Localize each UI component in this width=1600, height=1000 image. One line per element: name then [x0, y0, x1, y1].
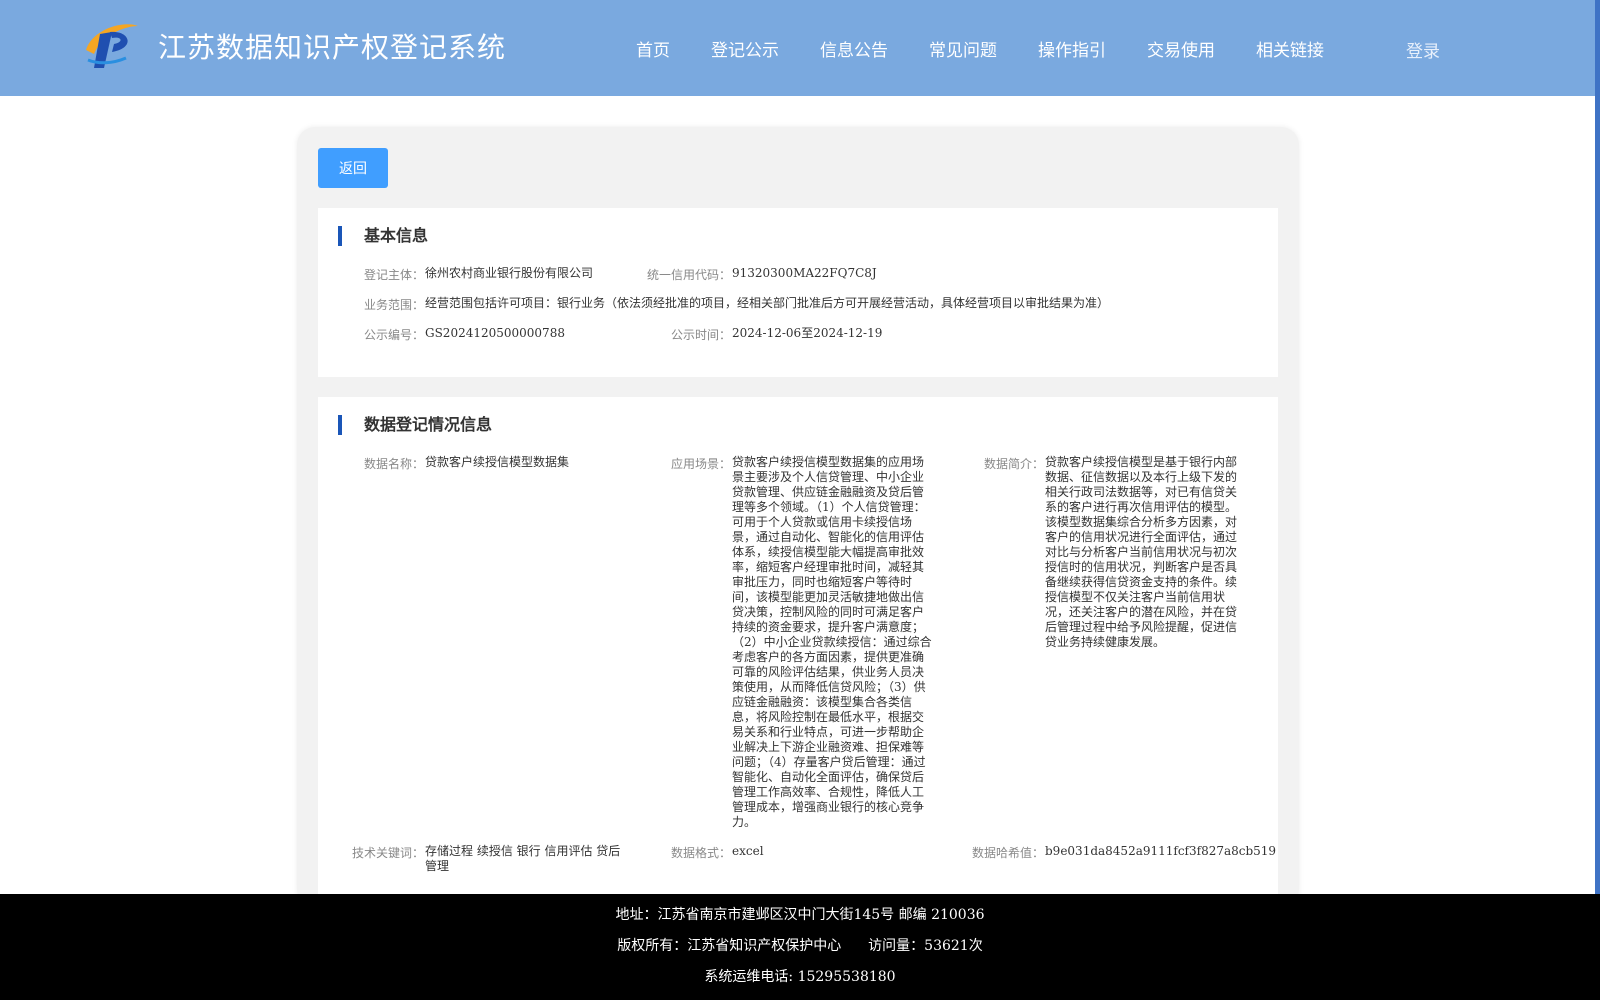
format-value: excel: [732, 844, 764, 858]
hash-value: b9e031da8452a9111fcf3f827a8cb519: [1045, 844, 1277, 858]
ip-logo-icon[interactable]: [82, 20, 140, 70]
keywords-label: 技术关键词：: [351, 846, 424, 860]
footer-visits: 访问量：53621次: [868, 938, 983, 954]
footer-address: 地址：江苏省南京市建邺区汉中门大街145号 邮编 210036: [615, 907, 985, 923]
data-name-value: 贷款客户续授信模型数据集: [425, 455, 570, 469]
nav-announcements[interactable]: 信息公告: [820, 36, 888, 61]
scene-value: 贷款客户续授信模型数据集的应用场景主要涉及个人信贷管理、中小企业贷款管理、供应链…: [732, 455, 932, 829]
hash-label: 数据哈希值：: [971, 846, 1044, 860]
registration-info-section: 数据登记情况信息 数据名称： 贷款客户续授信模型数据集 应用场景： 贷款客户续授…: [318, 397, 1278, 907]
top-header: 江苏数据知识产权登记系统 首页 登记公示 信息公告 常见问题 操作指引 交易使用…: [0, 0, 1595, 96]
basic-info-section: 基本信息 登记主体： 徐州农村商业银行股份有限公司 统一信用代码： 913203…: [318, 208, 1278, 377]
page-scrollbar[interactable]: [1595, 0, 1600, 1000]
credit-code-value: 91320300MA22FQ7C8J: [732, 266, 877, 280]
intro-value: 贷款客户续授信模型是基于银行内部数据、征信数据以及本行上级下发的相关行政司法数据…: [1045, 455, 1238, 649]
nav-registration-notice[interactable]: 登记公示: [711, 36, 779, 61]
data-name-label: 数据名称：: [363, 457, 424, 471]
pub-time-value: 2024-12-06至2024-12-19: [732, 326, 883, 340]
subject-label: 登记主体：: [363, 268, 424, 282]
nav-trading[interactable]: 交易使用: [1147, 36, 1215, 61]
nav-home[interactable]: 首页: [636, 36, 670, 61]
format-label: 数据格式：: [670, 846, 731, 860]
site-title: 江苏数据知识产权登记系统: [158, 31, 507, 64]
nav-guide[interactable]: 操作指引: [1038, 36, 1106, 61]
pub-no-label: 公示编号：: [363, 328, 424, 342]
footer-phone: 系统运维电话: 15295538180: [704, 969, 896, 985]
footer-copyright: 版权所有：江苏省知识产权保护中心: [617, 938, 842, 954]
scope-label: 业务范围：: [363, 298, 424, 312]
credit-code-label: 统一信用代码：: [646, 268, 731, 282]
nav-faq[interactable]: 常见问题: [929, 36, 997, 61]
main-nav: 首页 登记公示 信息公告 常见问题 操作指引 交易使用 相关链接: [636, 36, 1365, 61]
pub-time-label: 公示时间：: [670, 328, 731, 342]
login-link[interactable]: 登录: [1406, 37, 1440, 62]
back-button[interactable]: 返回: [318, 148, 388, 188]
footer-copyright-row: 版权所有：江苏省知识产权保护中心 访问量：53621次: [0, 935, 1600, 955]
page-footer: 地址：江苏省南京市建邺区汉中门大街145号 邮编 210036 版权所有：江苏省…: [0, 894, 1600, 1000]
registration-info-title: 数据登记情况信息: [338, 415, 492, 435]
pub-no-value: GS2024120500000788: [425, 326, 565, 340]
basic-info-title: 基本信息: [338, 226, 428, 246]
keywords-value: 存储过程 续授信 银行 信用评估 贷后管理: [425, 844, 621, 873]
scope-value: 经营范围包括许可项目：银行业务（依法须经批准的项目，经相关部门批准后方可开展经营…: [425, 296, 1110, 310]
intro-label: 数据简介：: [983, 457, 1044, 471]
subject-value: 徐州农村商业银行股份有限公司: [425, 266, 594, 280]
scene-label: 应用场景：: [670, 457, 731, 471]
nav-links[interactable]: 相关链接: [1256, 36, 1324, 61]
detail-card: 返回 基本信息 登记主体： 徐州农村商业银行股份有限公司 统一信用代码： 913…: [297, 127, 1299, 907]
